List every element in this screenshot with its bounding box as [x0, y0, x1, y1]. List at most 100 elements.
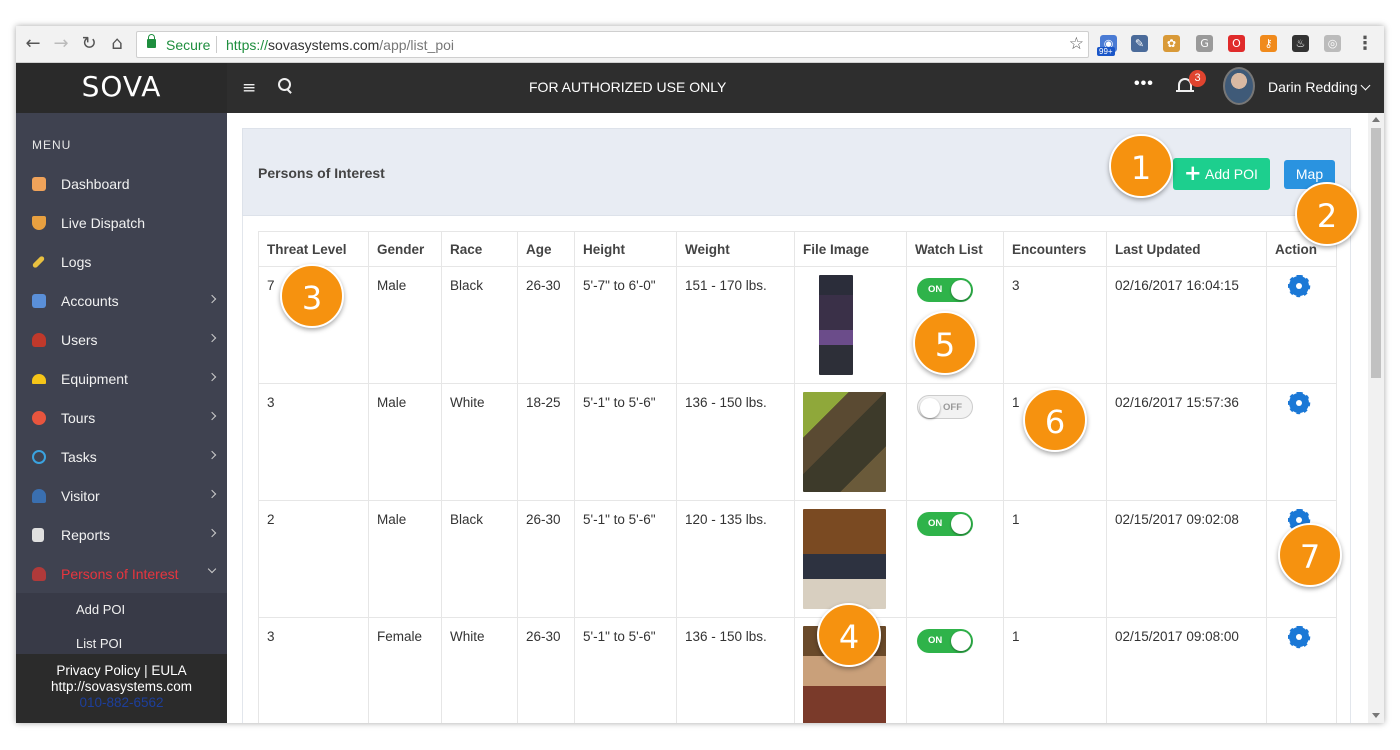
col-gender[interactable]: Gender — [368, 231, 442, 267]
sidebar-item-label: Live Dispatch — [61, 215, 146, 231]
sidebar-subitem-label: Add POI — [76, 602, 126, 617]
page-scrollbar[interactable] — [1368, 113, 1384, 723]
site-link[interactable]: http://sovasystems.com — [16, 679, 227, 695]
chevron-right-icon — [207, 528, 217, 538]
flame-icon[interactable]: ♨ — [1292, 35, 1309, 52]
poi-table: Threat Level Gender Race Age Height Weig… — [258, 231, 1337, 723]
toggle-knob — [920, 398, 940, 418]
col-encounters[interactable]: Encounters — [1003, 231, 1107, 267]
weight-cell: 136 - 150 lbs. — [676, 617, 795, 723]
back-icon[interactable]: ← — [22, 33, 44, 55]
scroll-up-icon[interactable] — [1372, 117, 1380, 122]
pencil-icon — [31, 255, 46, 269]
age-cell: 26-30 — [517, 617, 575, 723]
col-threat-level[interactable]: Threat Level — [258, 231, 369, 267]
sidebar-item-persons-of-interest[interactable]: Persons of Interest — [16, 554, 227, 593]
sidebar-item-logs[interactable]: Logs — [16, 242, 227, 281]
scroll-down-icon[interactable] — [1372, 713, 1380, 718]
more-options-icon[interactable]: ••• — [1134, 75, 1154, 93]
encounters-cell: 1 — [1003, 617, 1107, 723]
secure-label: Secure — [166, 37, 211, 53]
callout-marker-1: 1 — [1109, 134, 1173, 198]
table-row[interactable]: 3 Male White 18-25 5'-1" to 5'-6" 136 - … — [258, 383, 1337, 501]
watch-list-toggle[interactable]: OFF — [917, 395, 973, 419]
poi-photo[interactable] — [803, 509, 886, 609]
eula-link[interactable]: EULA — [151, 663, 186, 678]
sidebar-item-tasks[interactable]: Tasks — [16, 437, 227, 476]
col-height[interactable]: Height — [574, 231, 677, 267]
chevron-right-icon — [207, 333, 217, 343]
col-weight[interactable]: Weight — [676, 231, 795, 267]
home-nav-icon[interactable]: ⌂ — [106, 33, 128, 55]
sidebar-item-equipment[interactable]: Equipment — [16, 359, 227, 398]
action-cell — [1266, 383, 1337, 501]
sidebar-subitem-add-poi[interactable]: Add POI — [16, 593, 227, 627]
toggle-knob — [951, 514, 971, 534]
updated-cell: 02/15/2017 09:02:08 — [1106, 500, 1267, 618]
notification-count-badge: 3 — [1189, 70, 1206, 87]
search-icon[interactable] — [277, 77, 293, 93]
atom-icon — [32, 450, 46, 464]
col-watch-list[interactable]: Watch List — [906, 231, 1004, 267]
watch-list-toggle[interactable]: ON — [917, 512, 973, 536]
sidebar-item-reports[interactable]: Reports — [16, 515, 227, 554]
sidebar-item-live-dispatch[interactable]: Live Dispatch — [16, 203, 227, 242]
url-text[interactable]: https://sovasystems.com/app/list_poi — [226, 37, 454, 53]
user-menu[interactable]: Darin Redding — [1268, 79, 1370, 95]
col-file-image[interactable]: File Image — [794, 231, 907, 267]
sidebar-item-dashboard[interactable]: Dashboard — [16, 164, 227, 203]
key-icon[interactable]: ⚷ — [1260, 35, 1277, 52]
col-race[interactable]: Race — [441, 231, 518, 267]
privacy-policy-link[interactable]: Privacy Policy — [56, 663, 140, 678]
sidebar-subitem-label: List POI — [76, 636, 123, 651]
poi-photo[interactable] — [803, 392, 886, 492]
clipboard-icon — [32, 528, 44, 542]
encounters-cell: 3 — [1003, 266, 1107, 384]
scrollbar-thumb[interactable] — [1371, 128, 1381, 378]
updated-cell: 02/16/2017 16:04:15 — [1106, 266, 1267, 384]
sidebar-item-visitor[interactable]: Visitor — [16, 476, 227, 515]
g-extension-icon[interactable]: G — [1196, 35, 1213, 52]
chevron-right-icon — [207, 411, 217, 421]
col-age[interactable]: Age — [517, 231, 575, 267]
app-header: SOVA ≡ FOR AUTHORIZED USE ONLY ••• 3 Dar… — [16, 63, 1384, 113]
race-cell: White — [441, 617, 518, 723]
hamburger-menu-icon[interactable]: ≡ — [242, 78, 256, 98]
phone-link[interactable]: 010-882-6562 — [16, 695, 227, 711]
suspect-icon — [32, 567, 46, 581]
gear-icon[interactable] — [1287, 391, 1311, 415]
sidebar-item-label: Accounts — [61, 293, 119, 309]
avatar[interactable] — [1223, 67, 1255, 105]
sidebar-item-tours[interactable]: Tours — [16, 398, 227, 437]
user-name: Darin Redding — [1268, 79, 1358, 95]
sidebar-item-accounts[interactable]: Accounts — [16, 281, 227, 320]
eyedropper-icon[interactable]: ✎ — [1131, 35, 1148, 52]
race-cell: White — [441, 383, 518, 501]
fingerprint-icon[interactable]: ◎ — [1324, 35, 1341, 52]
address-bar[interactable]: Secure https://sovasystems.com/app/list_… — [136, 31, 1089, 58]
watch-list-toggle[interactable]: ON — [917, 278, 973, 302]
sidebar-footer: Privacy Policy | EULA http://sovasystems… — [16, 654, 227, 723]
cookie-icon[interactable]: ✿ — [1163, 35, 1180, 52]
gear-icon[interactable] — [1287, 274, 1311, 298]
table-row[interactable]: 2 Male Black 26-30 5'-1" to 5'-6" 120 - … — [258, 500, 1337, 618]
sidebar-item-label: Tours — [61, 410, 96, 426]
reload-icon[interactable]: ↻ — [78, 33, 100, 55]
gear-teeth — [1287, 625, 1311, 649]
height-cell: 5'-1" to 5'-6" — [574, 500, 677, 618]
opera-icon[interactable]: O — [1228, 35, 1245, 52]
sova-logo[interactable]: SOVA — [16, 63, 227, 113]
forward-icon[interactable]: → — [50, 33, 72, 55]
sidebar-item-users[interactable]: Users — [16, 320, 227, 359]
table-row[interactable]: 3 Female White 26-30 5'-1" to 5'-6" 136 … — [258, 617, 1337, 723]
table-row[interactable]: 7 Male Black 26-30 5'-7" to 6'-0" 151 - … — [258, 266, 1337, 384]
add-poi-button[interactable]: + Add POI — [1173, 158, 1270, 190]
age-cell: 18-25 — [517, 383, 575, 501]
browser-menu-icon[interactable]: ⋮ — [1354, 33, 1376, 55]
bookmark-star-icon[interactable]: ☆ — [1069, 34, 1084, 54]
poi-photo[interactable] — [819, 275, 853, 375]
menu-label: MENU — [32, 138, 72, 152]
watch-list-toggle[interactable]: ON — [917, 629, 973, 653]
col-last-updated[interactable]: Last Updated — [1106, 231, 1267, 267]
gear-icon[interactable] — [1287, 625, 1311, 649]
